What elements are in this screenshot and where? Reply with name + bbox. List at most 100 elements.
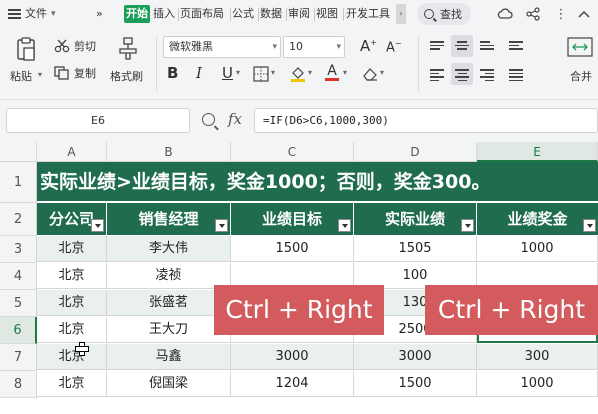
align-top-button[interactable]: [426, 35, 448, 57]
row-header-7[interactable]: 7: [0, 344, 37, 371]
table-cell[interactable]: 1505: [354, 236, 477, 262]
increase-font-button[interactable]: A+: [360, 37, 377, 55]
table-cell[interactable]: 李大伟: [107, 236, 231, 262]
scroll-tabs-button[interactable]: ›: [396, 4, 406, 24]
table-cell[interactable]: 北京: [37, 290, 107, 316]
row-header-6[interactable]: 6: [0, 317, 37, 344]
column-header-a[interactable]: A: [37, 142, 107, 162]
justify-button[interactable]: [505, 63, 527, 85]
tab-page-layout[interactable]: 页面布局: [180, 5, 224, 23]
chevron-down-icon[interactable]: ▾: [343, 68, 347, 77]
align-bottom-button[interactable]: [476, 35, 498, 57]
paste-button[interactable]: [14, 36, 38, 62]
cut-button[interactable]: 剪切: [54, 38, 96, 54]
name-box[interactable]: E6: [6, 108, 190, 133]
chevron-down-icon[interactable]: ▾: [271, 68, 275, 77]
format-painter-button[interactable]: [116, 36, 140, 62]
sheet-title-cell[interactable]: 实际业绩>业绩目标，奖金1000；否则，奖金300。: [37, 162, 598, 202]
table-cell[interactable]: 倪国梁: [107, 371, 231, 397]
merge-button[interactable]: [567, 36, 593, 58]
align-left-button[interactable]: [426, 63, 448, 85]
row-header-2[interactable]: 2: [0, 203, 37, 236]
table-cell[interactable]: 北京: [37, 371, 107, 397]
table-cell[interactable]: 1500: [354, 371, 477, 397]
tab-data[interactable]: 数据: [260, 5, 282, 23]
share-icon[interactable]: [525, 6, 541, 22]
tab-insert[interactable]: 插入: [153, 5, 175, 23]
select-all-corner[interactable]: [0, 142, 37, 162]
zoom-formula-icon[interactable]: [202, 113, 215, 126]
file-menu[interactable]: 文件 ▾: [8, 5, 56, 23]
chevron-down-icon[interactable]: ▾: [308, 68, 312, 77]
table-cell[interactable]: 北京: [37, 263, 107, 289]
align-center-button[interactable]: [451, 63, 473, 85]
row-header-5[interactable]: 5: [0, 290, 37, 317]
chevron-down-icon[interactable]: ▾: [236, 68, 240, 77]
header-cell-bonus[interactable]: 业绩奖金: [477, 203, 598, 235]
align-right-button[interactable]: [476, 63, 498, 85]
row-header-4[interactable]: 4: [0, 263, 37, 290]
bold-button[interactable]: B: [167, 64, 178, 82]
filter-dropdown-icon[interactable]: [338, 219, 351, 232]
filter-dropdown-icon[interactable]: [583, 219, 596, 232]
table-cell[interactable]: 1000: [477, 371, 598, 397]
tab-review[interactable]: 审阅: [288, 5, 310, 23]
column-header-c[interactable]: C: [231, 142, 354, 162]
table-cell[interactable]: 3000: [231, 344, 354, 370]
clear-format-button[interactable]: [362, 66, 378, 82]
table-cell[interactable]: 马鑫: [107, 344, 231, 370]
more-menus-button[interactable]: »: [96, 5, 103, 23]
table-cell[interactable]: 北京: [37, 317, 107, 343]
italic-button[interactable]: I: [196, 64, 202, 82]
filter-dropdown-icon[interactable]: [91, 219, 104, 232]
column-header-e[interactable]: E: [477, 142, 598, 162]
paste-dropdown-icon[interactable]: ▾: [38, 70, 42, 79]
filter-dropdown-icon[interactable]: [461, 219, 474, 232]
chevron-down-icon[interactable]: ▾: [380, 68, 384, 77]
table-cell[interactable]: 3000: [354, 344, 477, 370]
formula-input[interactable]: =IF(D6>C6,1000,300): [254, 108, 598, 133]
ribbon-separator: [418, 36, 419, 92]
row-header-1[interactable]: 1: [0, 162, 37, 203]
wrap-text-button[interactable]: [505, 35, 527, 57]
header-cell-target[interactable]: 业绩目标: [231, 203, 354, 235]
font-color-button[interactable]: A: [325, 64, 339, 81]
table-cell[interactable]: 1500: [231, 236, 354, 262]
search-button[interactable]: 查找: [417, 3, 471, 25]
column-header-b[interactable]: B: [107, 142, 231, 162]
decrease-font-button[interactable]: A−: [386, 39, 402, 55]
tab-formulas[interactable]: 公式: [232, 5, 254, 23]
header-cell-actual[interactable]: 实际业绩: [354, 203, 477, 235]
table-cell[interactable]: 北京: [37, 344, 107, 370]
table-cell[interactable]: 王大刀: [107, 317, 231, 343]
table-cell[interactable]: 1000: [477, 236, 598, 262]
table-cell[interactable]: 300: [477, 344, 598, 370]
column-header-d[interactable]: D: [354, 142, 477, 162]
tab-view[interactable]: 视图: [316, 5, 338, 23]
header-cell-branch[interactable]: 分公司: [37, 203, 107, 235]
row-header-3[interactable]: 3: [0, 236, 37, 263]
fill-color-button[interactable]: [290, 66, 306, 82]
copy-button[interactable]: 复制: [54, 65, 96, 81]
table-cell[interactable]: 1204: [231, 371, 354, 397]
table-cell[interactable]: 北京: [37, 236, 107, 262]
tab-home[interactable]: 开始: [124, 5, 150, 23]
font-size-select[interactable]: 10 ▾: [283, 36, 345, 58]
ribbon-separator: [156, 36, 157, 92]
row-header-8[interactable]: 8: [0, 371, 37, 398]
underline-button[interactable]: U: [222, 64, 233, 82]
filter-dropdown-icon[interactable]: [215, 219, 228, 232]
collapse-ribbon-icon[interactable]: [576, 6, 592, 22]
font-name-select[interactable]: 微软雅黑 ▾: [163, 36, 281, 58]
table-cell[interactable]: 张盛茗: [107, 290, 231, 316]
insert-function-button[interactable]: fx: [228, 110, 242, 128]
more-options-icon[interactable]: ⋮: [553, 6, 569, 22]
cloud-sync-icon[interactable]: [497, 6, 513, 22]
header-cell-manager[interactable]: 销售经理: [107, 203, 231, 235]
align-middle-button[interactable]: [451, 35, 473, 57]
tab-developer[interactable]: 开发工具: [346, 5, 390, 23]
table-cell[interactable]: 凌祯: [107, 263, 231, 289]
border-button[interactable]: [253, 66, 269, 82]
spreadsheet-grid[interactable]: A B C D E 1 2 3 4 5 6 7 8 实际业绩>业绩目标，奖金10…: [0, 142, 598, 414]
tab-separator: [343, 8, 344, 21]
